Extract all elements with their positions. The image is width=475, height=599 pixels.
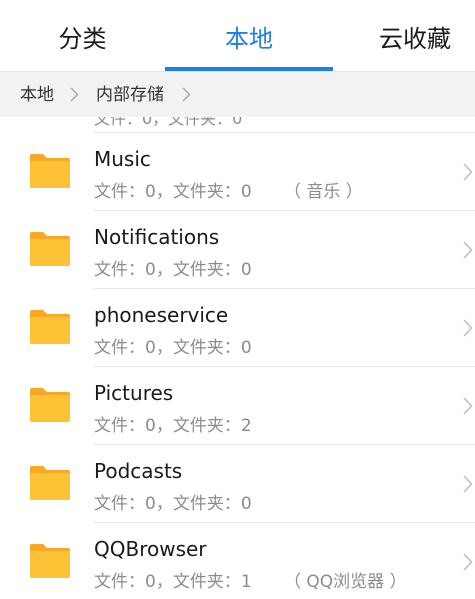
folder-row[interactable]: Pictures 文件：0，文件夹：2 bbox=[0, 367, 475, 445]
folder-name: QQBrowser bbox=[94, 537, 207, 561]
folder-row[interactable]: Notifications 文件：0，文件夹：0 bbox=[0, 211, 475, 289]
chevron-right-icon bbox=[463, 241, 473, 259]
chevron-right-icon bbox=[463, 553, 473, 571]
breadcrumb-separator-icon bbox=[182, 87, 191, 102]
breadcrumb-local[interactable]: 本地 bbox=[20, 72, 54, 118]
tab-categories[interactable]: 分类 bbox=[0, 0, 165, 72]
folder-name: Pictures bbox=[94, 381, 174, 405]
folder-name: Podcasts bbox=[94, 459, 183, 483]
folder-meta: 文件：0，文件夹：0 bbox=[94, 338, 252, 358]
folder-meta: 文件：0，文件夹：1 bbox=[94, 572, 252, 592]
folder-meta: 文件：0，文件夹：2 bbox=[94, 416, 252, 436]
tab-local[interactable]: 本地 bbox=[165, 0, 333, 72]
chevron-right-icon bbox=[463, 319, 473, 337]
folder-row[interactable]: QQBrowser 文件：0，文件夹：1 （ QQ浏览器 ） bbox=[0, 523, 475, 599]
folder-name: Music bbox=[94, 147, 151, 171]
folder-meta: 文件：0，文件夹：0 bbox=[94, 182, 252, 202]
clipped-list-item: 文件：0，文件夹：0 bbox=[94, 117, 394, 127]
chevron-right-icon bbox=[463, 397, 473, 415]
tab-bar: 分类 本地 云收藏 bbox=[0, 0, 475, 72]
clipped-item-meta: 文件：0，文件夹：0 bbox=[94, 117, 243, 127]
folder-meta: 文件：0，文件夹：0 bbox=[94, 494, 252, 514]
folder-icon bbox=[28, 543, 72, 579]
breadcrumb: 本地 内部存储 bbox=[0, 71, 475, 117]
folder-icon bbox=[28, 309, 72, 345]
folder-name: Notifications bbox=[94, 225, 220, 249]
chevron-right-icon bbox=[463, 163, 473, 181]
folder-icon bbox=[28, 387, 72, 423]
folder-icon bbox=[28, 231, 72, 267]
breadcrumb-separator-icon bbox=[70, 87, 79, 102]
folder-row[interactable]: Music 文件：0，文件夹：0 （ 音乐 ） bbox=[0, 133, 475, 211]
folder-row[interactable]: phoneservice 文件：0，文件夹：0 bbox=[0, 289, 475, 367]
folder-alias: （ QQ浏览器 ） bbox=[284, 572, 407, 592]
tab-cloud-favorites[interactable]: 云收藏 bbox=[333, 0, 475, 72]
folder-row[interactable]: Podcasts 文件：0，文件夹：0 bbox=[0, 445, 475, 523]
breadcrumb-internal-storage[interactable]: 内部存储 bbox=[96, 72, 164, 118]
folder-list: 文件：0，文件夹：0 Music 文件：0，文件夹：0 （ 音乐 ） Notif… bbox=[0, 117, 475, 599]
folder-icon bbox=[28, 153, 72, 189]
folder-meta: 文件：0，文件夹：0 bbox=[94, 260, 252, 280]
chevron-right-icon bbox=[463, 475, 473, 493]
folder-name: phoneservice bbox=[94, 303, 229, 327]
folder-alias: （ 音乐 ） bbox=[284, 182, 363, 202]
folder-icon bbox=[28, 465, 72, 501]
